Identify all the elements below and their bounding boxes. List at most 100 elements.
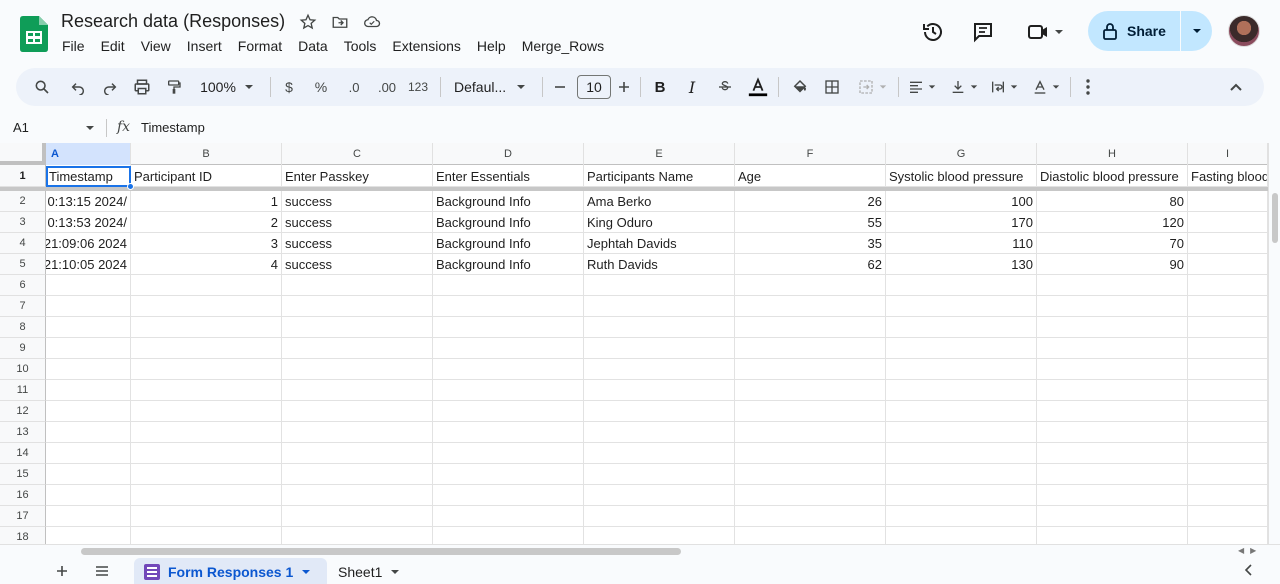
table-cell[interactable]: 2024 21:10:05 bbox=[46, 254, 131, 275]
document-title[interactable]: Research data (Responses) bbox=[61, 11, 285, 32]
all-sheets-menu-icon[interactable] bbox=[92, 561, 112, 581]
column-header-g[interactable]: G bbox=[886, 143, 1037, 165]
share-dropdown-icon[interactable] bbox=[1181, 26, 1212, 36]
table-cell[interactable]: success bbox=[282, 233, 433, 254]
table-cell[interactable] bbox=[1188, 191, 1268, 212]
table-cell[interactable]: 2024 21:09:06 bbox=[46, 233, 131, 254]
header-cell[interactable]: Enter Essentials bbox=[433, 166, 584, 187]
search-icon[interactable] bbox=[30, 68, 54, 106]
header-cell[interactable]: Enter Passkey bbox=[282, 166, 433, 187]
table-cell[interactable]: Background Info bbox=[433, 254, 584, 275]
paint-format-icon[interactable] bbox=[162, 68, 186, 106]
tab-form-responses-1[interactable]: Form Responses 1 bbox=[134, 558, 327, 584]
zoom-select[interactable]: 100% bbox=[194, 68, 260, 106]
table-cell[interactable]: Ruth Davids bbox=[584, 254, 735, 275]
avatar[interactable] bbox=[1228, 15, 1260, 47]
text-color-icon[interactable] bbox=[746, 68, 770, 106]
column-header-i[interactable]: I bbox=[1188, 143, 1268, 165]
chevron-down-icon[interactable] bbox=[301, 567, 311, 577]
header-cell[interactable]: Fasting blood bbox=[1188, 166, 1268, 187]
table-cell[interactable]: 62 bbox=[735, 254, 886, 275]
percent-format-button[interactable]: % bbox=[311, 68, 331, 106]
column-header-a[interactable]: A bbox=[46, 143, 131, 165]
table-cell[interactable]: 100 bbox=[886, 191, 1037, 212]
table-cell[interactable]: 35 bbox=[735, 233, 886, 254]
menu-edit[interactable]: Edit bbox=[93, 37, 133, 55]
menu-format[interactable]: Format bbox=[230, 37, 290, 55]
undo-icon[interactable] bbox=[66, 68, 90, 106]
move-folder-icon[interactable] bbox=[330, 12, 350, 32]
font-select[interactable]: Defaul... bbox=[450, 68, 534, 106]
menu-tools[interactable]: Tools bbox=[336, 37, 385, 55]
table-cell[interactable]: /2024 0:13:15 bbox=[46, 191, 131, 212]
menu-insert[interactable]: Insert bbox=[179, 37, 230, 55]
star-icon[interactable] bbox=[298, 12, 318, 32]
print-icon[interactable] bbox=[130, 68, 154, 106]
menu-help[interactable]: Help bbox=[469, 37, 514, 55]
more-formats-button[interactable]: 123 bbox=[406, 68, 430, 106]
table-cell[interactable]: 4 bbox=[131, 254, 282, 275]
vertical-scrollbar[interactable] bbox=[1268, 143, 1280, 544]
table-cell[interactable]: Background Info bbox=[433, 233, 584, 254]
header-cell[interactable]: Participant ID bbox=[131, 166, 282, 187]
row-header-1[interactable]: 1 bbox=[0, 165, 46, 187]
scroll-arrows-icon[interactable]: ◀▶ bbox=[1238, 546, 1262, 555]
fill-color-icon[interactable] bbox=[788, 68, 812, 106]
header-cell[interactable]: Diastolic blood pressure bbox=[1037, 166, 1188, 187]
row-header-2[interactable]: 2 bbox=[0, 191, 46, 212]
row-header-13[interactable]: 13 bbox=[0, 422, 46, 443]
row-header-17[interactable]: 17 bbox=[0, 506, 46, 527]
table-cell[interactable]: 2 bbox=[131, 212, 282, 233]
row-header-18[interactable]: 18 bbox=[0, 527, 46, 544]
row-header-16[interactable]: 16 bbox=[0, 485, 46, 506]
row-header-12[interactable]: 12 bbox=[0, 401, 46, 422]
italic-icon[interactable]: I bbox=[682, 68, 702, 106]
row-header-4[interactable]: 4 bbox=[0, 233, 46, 254]
row-header-8[interactable]: 8 bbox=[0, 317, 46, 338]
table-cell[interactable]: 3 bbox=[131, 233, 282, 254]
currency-format-button[interactable]: $ bbox=[279, 68, 299, 106]
table-cell[interactable]: 1 bbox=[131, 191, 282, 212]
table-cell[interactable]: success bbox=[282, 212, 433, 233]
menu-merge-rows[interactable]: Merge_Rows bbox=[514, 37, 612, 55]
table-cell[interactable]: 90 bbox=[1037, 254, 1188, 275]
row-header-10[interactable]: 10 bbox=[0, 359, 46, 380]
row-header-9[interactable]: 9 bbox=[0, 338, 46, 359]
table-cell[interactable]: 70 bbox=[1037, 233, 1188, 254]
vertical-align-icon[interactable] bbox=[946, 68, 982, 106]
table-cell[interactable]: 110 bbox=[886, 233, 1037, 254]
table-cell[interactable]: Background Info bbox=[433, 212, 584, 233]
font-size-increase-icon[interactable] bbox=[616, 68, 632, 106]
table-cell[interactable] bbox=[1188, 212, 1268, 233]
merge-cells-icon[interactable] bbox=[852, 68, 892, 106]
table-cell[interactable]: Ama Berko bbox=[584, 191, 735, 212]
bold-icon[interactable]: B bbox=[650, 68, 670, 106]
row-header-15[interactable]: 15 bbox=[0, 464, 46, 485]
tab-sheet1[interactable]: Sheet1 bbox=[328, 558, 410, 584]
menu-view[interactable]: View bbox=[133, 37, 179, 55]
text-rotation-icon[interactable] bbox=[1028, 68, 1064, 106]
row-header-6[interactable]: 6 bbox=[0, 275, 46, 296]
strikethrough-icon[interactable] bbox=[714, 68, 736, 106]
chevron-down-icon[interactable] bbox=[390, 567, 400, 577]
name-box[interactable]: A1 bbox=[13, 120, 29, 135]
formula-input[interactable]: Timestamp bbox=[141, 120, 205, 135]
add-sheet-icon[interactable] bbox=[52, 561, 72, 581]
table-cell[interactable]: Background Info bbox=[433, 191, 584, 212]
table-cell[interactable]: King Oduro bbox=[584, 212, 735, 233]
frozen-row-divider[interactable] bbox=[0, 187, 1268, 191]
table-cell[interactable]: 55 bbox=[735, 212, 886, 233]
table-cell[interactable]: 170 bbox=[886, 212, 1037, 233]
horizontal-scroll-thumb[interactable] bbox=[81, 548, 681, 555]
row-header-5[interactable]: 5 bbox=[0, 254, 46, 275]
name-box-dropdown-icon[interactable] bbox=[85, 123, 95, 133]
decrease-decimal-button[interactable]: .0 bbox=[342, 68, 366, 106]
column-header-f[interactable]: F bbox=[735, 143, 886, 165]
header-cell[interactable]: Participants Name bbox=[584, 166, 735, 187]
more-options-icon[interactable] bbox=[1078, 68, 1098, 106]
font-size-decrease-icon[interactable] bbox=[552, 68, 568, 106]
table-cell[interactable]: 130 bbox=[886, 254, 1037, 275]
menu-extensions[interactable]: Extensions bbox=[384, 37, 468, 55]
vertical-scroll-thumb[interactable] bbox=[1272, 193, 1278, 243]
horizontal-scrollbar[interactable]: ◀▶ bbox=[0, 544, 1280, 557]
